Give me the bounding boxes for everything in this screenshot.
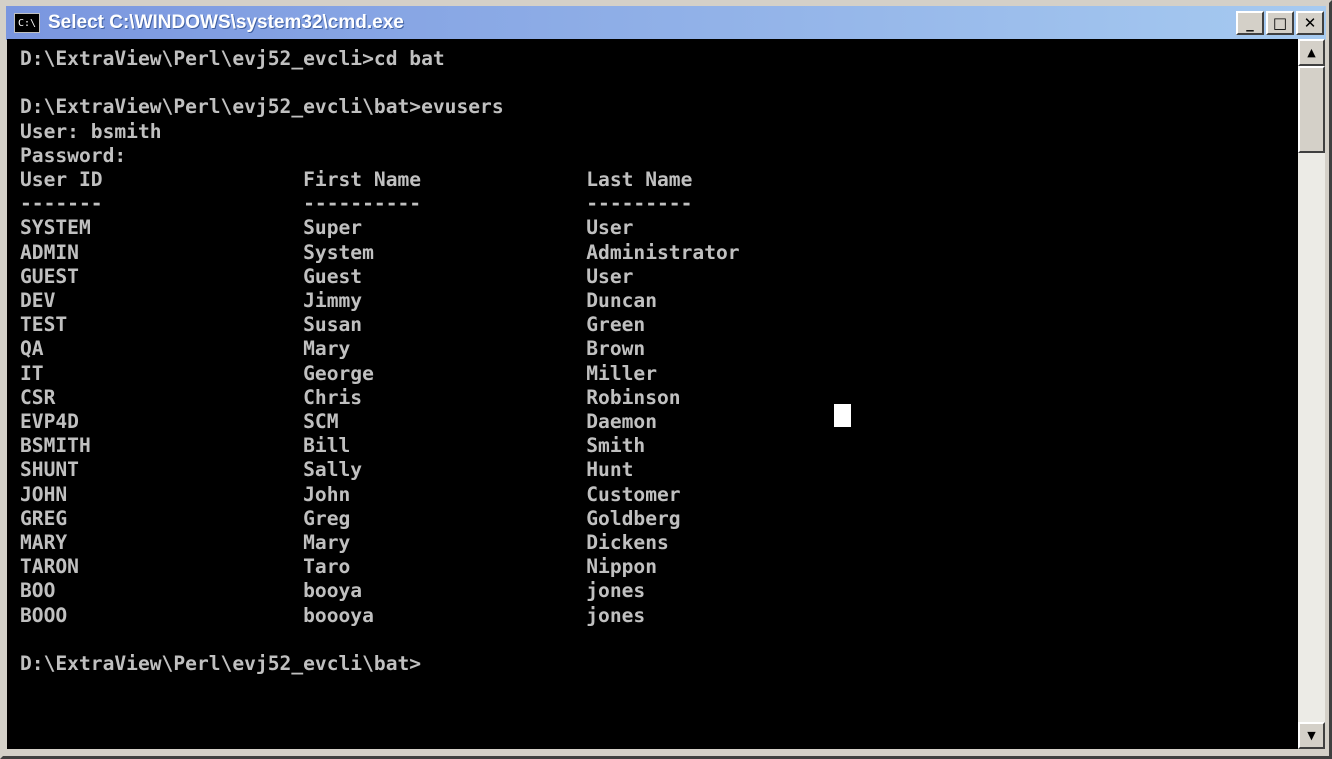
console-line: D:\ExtraView\Perl\evj52_evcli\bat> [20, 652, 422, 676]
text-cursor [834, 404, 851, 427]
scroll-down-button[interactable]: ▼ [1298, 722, 1325, 749]
console-line: QA Mary Brown [20, 337, 646, 361]
console-line: SYSTEM Super User [20, 216, 634, 240]
console-line: TEST Susan Green [20, 313, 646, 337]
console-line: BOO booya jones [20, 579, 646, 603]
console-line: Password: [20, 143, 127, 167]
console-line: D:\ExtraView\Perl\evj52_evcli\bat>evuser… [20, 95, 504, 119]
close-button[interactable]: ✕ [1296, 11, 1324, 35]
console-line: CSR Chris Robinson [20, 385, 681, 409]
maximize-button[interactable]: □ [1266, 11, 1294, 35]
console-line: TARON Taro Nippon [20, 555, 658, 579]
title-bar[interactable]: C:\ Select C:\WINDOWS\system32\cmd.exe _… [6, 6, 1326, 40]
console-line: GUEST Guest User [20, 264, 634, 288]
console-line: GREG Greg Goldberg [20, 506, 681, 530]
cmd-icon[interactable]: C:\ [14, 13, 40, 33]
console-output: D:\ExtraView\Perl\evj52_evcli>cd bat D:\… [7, 39, 1298, 676]
minimize-button[interactable]: _ [1236, 11, 1264, 35]
window-controls: _ □ ✕ [1236, 11, 1324, 35]
console-line: SHUNT Sally Hunt [20, 458, 634, 482]
console-line: ADMIN System Administrator [20, 240, 740, 264]
console-line: D:\ExtraView\Perl\evj52_evcli>cd bat [20, 47, 445, 70]
console-line: ------- ---------- --------- [20, 192, 693, 216]
console-line: User: bsmith [20, 119, 162, 143]
console-line: IT George Miller [20, 361, 658, 385]
console-line: JOHN John Customer [20, 482, 681, 506]
console-line: DEV Jimmy Duncan [20, 289, 658, 313]
console-line: EVP4D SCM Daemon [20, 410, 658, 434]
console-line: MARY Mary Dickens [20, 531, 669, 555]
console-area[interactable]: D:\ExtraView\Perl\evj52_evcli>cd bat D:\… [7, 39, 1298, 749]
window-title: Select C:\WINDOWS\system32\cmd.exe [48, 12, 404, 33]
scroll-up-button[interactable]: ▲ [1298, 39, 1325, 66]
console-line: BSMITH Bill Smith [20, 434, 646, 458]
console-line: User ID First Name Last Name [20, 168, 693, 192]
vertical-scrollbar[interactable]: ▲ ▼ [1298, 39, 1325, 749]
console-line: BOOO boooya jones [20, 603, 646, 627]
scroll-thumb[interactable] [1298, 66, 1325, 153]
